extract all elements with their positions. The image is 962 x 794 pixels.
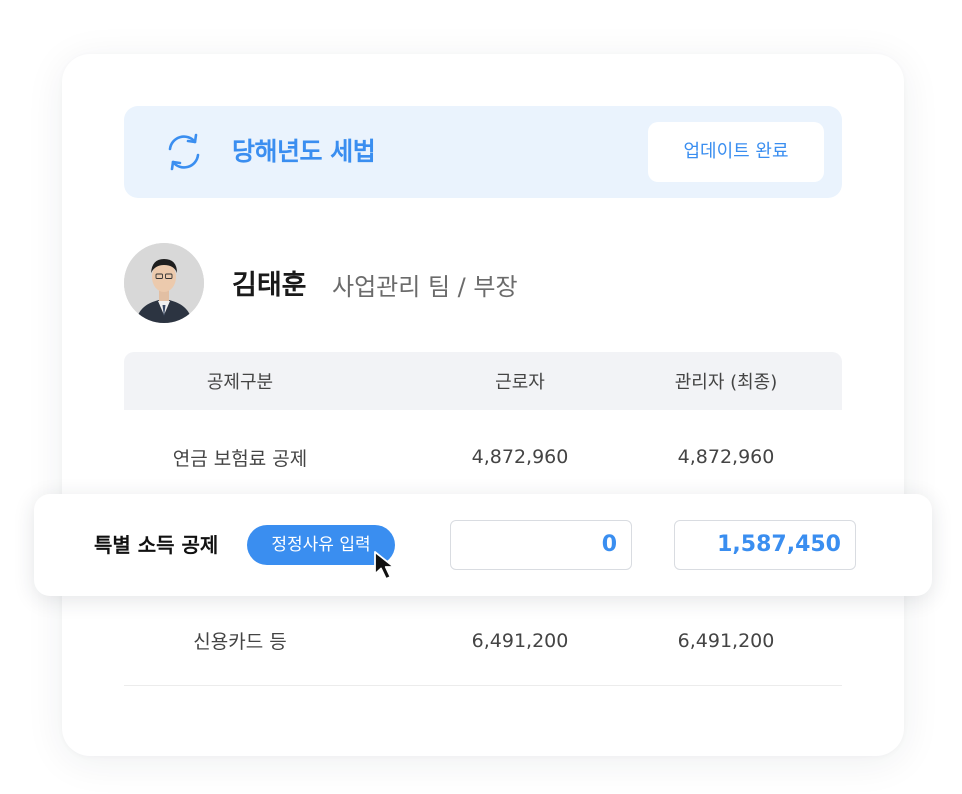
employee-amount-input[interactable]: 0	[450, 520, 632, 570]
header-manager: 관리자 (최종)	[674, 372, 778, 393]
row-employee-value: 6,491,200	[471, 629, 569, 652]
table-header: 공제구분 근로자 관리자 (최종)	[124, 352, 842, 410]
table-row: 신용카드 등 6,491,200 6,491,200	[124, 596, 842, 686]
avatar	[124, 243, 204, 323]
banner-title: 당해년도 세법	[232, 137, 376, 166]
table-row: 연금 보험료 공제 4,872,960 4,872,960	[124, 412, 842, 502]
row-category: 연금 보험료 공제	[172, 447, 308, 470]
employee-role: 사업관리 팀 / 부장	[332, 273, 518, 301]
mouse-pointer-icon	[374, 551, 395, 580]
refresh-icon	[168, 133, 200, 171]
row-employee-value: 4,872,960	[471, 446, 569, 468]
update-complete-button[interactable]: 업데이트 완료	[648, 122, 824, 182]
row-category: 신용카드 등	[193, 631, 287, 653]
manager-amount-input[interactable]: 1,587,450	[674, 520, 856, 570]
header-category: 공제구분	[206, 372, 274, 393]
highlighted-table-row: 특별 소득 공제 정정사유 입력 0 1,587,450	[34, 494, 932, 596]
employee-name: 김태훈	[232, 270, 307, 301]
employee-profile: 김태훈 사업관리 팀 / 부장	[124, 243, 824, 323]
row-manager-value: 4,872,960	[677, 446, 775, 468]
row-category: 특별 소득 공제	[94, 533, 219, 557]
row-manager-value: 6,491,200	[677, 629, 775, 652]
tax-law-banner: 당해년도 세법 업데이트 완료	[124, 106, 842, 198]
header-employee: 근로자	[495, 372, 545, 393]
